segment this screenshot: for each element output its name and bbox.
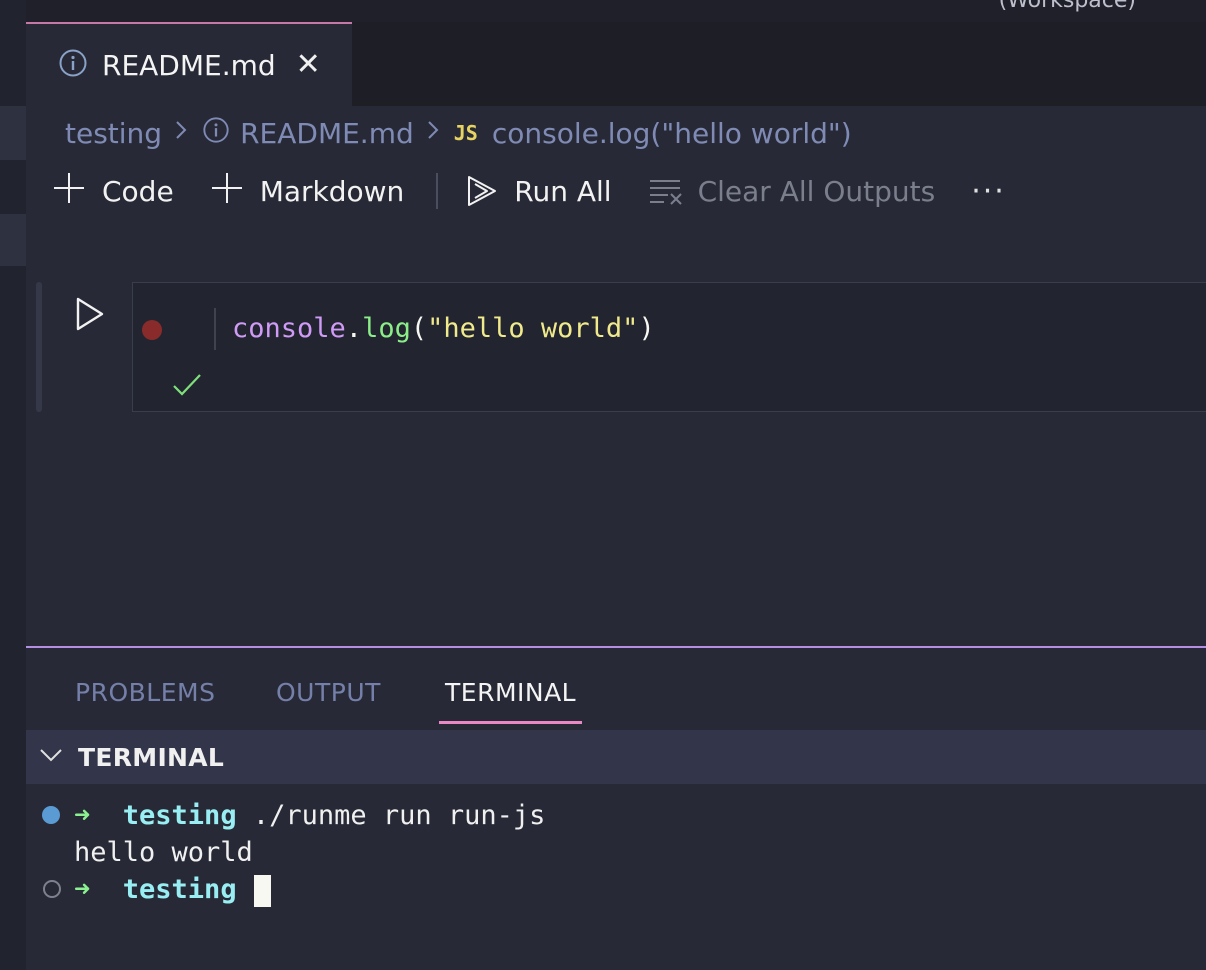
activity-bar: [0, 0, 26, 970]
add-markdown-cell-button[interactable]: Markdown: [210, 171, 405, 211]
code-line[interactable]: console.log("hello world"): [232, 308, 655, 350]
run-cell-button[interactable]: [74, 296, 106, 336]
tab-label: README.md: [102, 48, 276, 82]
plus-icon: [210, 171, 244, 211]
terminal-section-title: TERMINAL: [78, 742, 225, 772]
token-close-paren: ): [638, 313, 655, 344]
run-all-button[interactable]: Run All: [466, 174, 612, 208]
tab-problems[interactable]: PROBLEMS: [75, 678, 215, 707]
token-object: console: [232, 313, 346, 344]
terminal-output: hello world: [74, 837, 253, 868]
clear-outputs-icon: [648, 176, 684, 206]
tab-terminal[interactable]: TERMINAL: [445, 678, 576, 707]
breadcrumb-folder[interactable]: testing: [65, 117, 162, 150]
indent-guide: [214, 308, 216, 350]
command-success-decoration[interactable]: [42, 806, 60, 824]
run-all-icon: [466, 174, 500, 208]
prompt-cwd: testing: [122, 800, 237, 831]
prompt-arrow: ➜: [74, 800, 91, 831]
breakpoint-marker[interactable]: [142, 320, 162, 340]
checkmark-icon: [172, 372, 202, 402]
active-tab-indicator: [439, 721, 582, 724]
info-icon: [202, 116, 230, 151]
tab-readme[interactable]: README.md ✕: [26, 22, 352, 106]
terminal-line: ➜ testing: [74, 872, 271, 908]
token-open-paren: (: [410, 313, 428, 344]
more-icon[interactable]: ···: [971, 174, 1006, 209]
window-title: (Workspace): [998, 0, 1136, 13]
terminal-line: ➜ testing ./runme run run-js: [74, 798, 545, 834]
prompt-cwd: testing: [122, 874, 237, 905]
tab-output[interactable]: OUTPUT: [276, 678, 381, 707]
run-all-label: Run All: [514, 174, 612, 208]
breadcrumb-file[interactable]: README.md: [240, 117, 414, 150]
toolbar-divider: [436, 173, 439, 209]
notebook-toolbar: Code Markdown Run All Clear All Outputs …: [52, 168, 1006, 214]
chevron-down-icon: [38, 746, 64, 768]
play-icon: [74, 297, 106, 336]
terminal-view[interactable]: ➜ testing ./runme run run-js hello world…: [26, 784, 1206, 970]
breadcrumb: testing README.md JS console.log("hello …: [65, 110, 852, 156]
activity-bar-segment: [0, 106, 26, 160]
token-dot: .: [345, 313, 363, 344]
token-method: log: [362, 313, 411, 344]
panel-tab-bar: PROBLEMS OUTPUT TERMINAL: [26, 648, 1206, 730]
add-markdown-label: Markdown: [259, 174, 405, 208]
add-code-label: Code: [102, 174, 174, 208]
info-icon: [58, 48, 88, 82]
js-badge: JS: [453, 121, 478, 145]
clear-outputs-label: Clear All Outputs: [697, 174, 936, 208]
editor-tab-bar: README.md ✕: [26, 22, 1206, 106]
breadcrumb-symbol[interactable]: console.log("hello world"): [492, 117, 852, 150]
clear-all-outputs-button[interactable]: Clear All Outputs: [648, 174, 936, 208]
terminal-section-header[interactable]: TERMINAL: [26, 730, 1206, 784]
close-icon[interactable]: ✕: [296, 50, 321, 80]
chevron-right-icon: [426, 119, 440, 147]
terminal-command: ./runme run run-js: [252, 800, 546, 831]
add-code-cell-button[interactable]: Code: [52, 171, 174, 211]
window-title-bar: (Workspace): [26, 0, 1206, 22]
prompt-arrow: ➜: [74, 874, 91, 905]
command-pending-decoration[interactable]: [43, 880, 61, 898]
token-string: "hello world": [427, 313, 639, 344]
plus-icon: [52, 171, 86, 211]
activity-bar-segment: [0, 214, 26, 266]
terminal-cursor: [253, 874, 271, 907]
cell-focus-indicator: [36, 282, 42, 412]
chevron-right-icon: [174, 119, 188, 147]
